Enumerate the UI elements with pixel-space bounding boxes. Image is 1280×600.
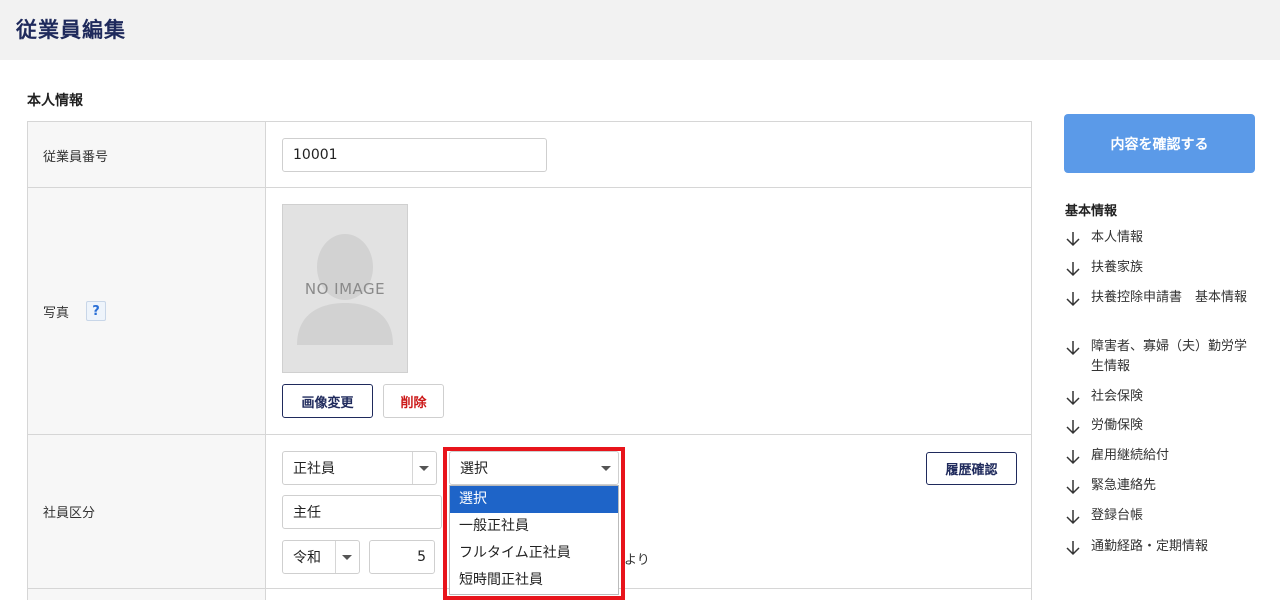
arrow-down-icon (1066, 232, 1080, 247)
arrow-down-icon (1066, 510, 1080, 525)
employee-number-row: 従業員番号 10001 (28, 122, 1031, 188)
annotation-highlight-box (443, 447, 625, 600)
sidebar-link-label: 社会保険 (1091, 389, 1144, 404)
section-title: 本人情報 (27, 93, 83, 109)
arrow-down-icon (1066, 391, 1080, 406)
sidebar-link-label: 扶養控除申請書 基本情報 (1091, 290, 1248, 305)
employee-type-label: 社員区分 (43, 506, 96, 521)
era-select-value: 令和 (293, 550, 321, 566)
help-icon[interactable]: ? (86, 301, 106, 321)
arrow-down-icon (1066, 480, 1080, 495)
row-label-cell: 写真 ? (28, 188, 266, 434)
arrow-down-icon (1066, 341, 1080, 356)
sidebar-heading: 基本情報 (1065, 204, 1118, 219)
photo-label: 写真 (43, 306, 70, 321)
select-divider (412, 452, 413, 484)
sidebar-link-label: 緊急連絡先 (1091, 478, 1157, 493)
sidebar-link-label: 本人情報 (1091, 230, 1144, 245)
arrow-down-icon (1066, 262, 1080, 277)
history-check-button[interactable]: 履歴確認 (926, 452, 1017, 485)
select-divider (335, 541, 336, 573)
sidebar-link-label: 登録台帳 (1091, 508, 1144, 523)
sidebar-link-label: 通勤経路・定期情報 (1091, 539, 1209, 554)
row-label-cell: 従業員番号 (28, 122, 266, 187)
sidebar-link-label: 障害者、寡婦（夫）勤労学生情報 (1091, 339, 1248, 374)
arrow-down-icon (1066, 450, 1080, 465)
photo-placeholder: NO IMAGE (282, 204, 408, 373)
page-title: 従業員編集 (16, 18, 126, 42)
photo-row: 写真 ? NO IMAGE 画像変更 削除 (28, 188, 1031, 435)
row-label-cell (28, 589, 266, 600)
sidebar-link-label: 雇用継続給付 (1091, 448, 1170, 463)
era-select[interactable]: 令和 (282, 540, 360, 574)
employee-number-label: 従業員番号 (43, 150, 109, 165)
delete-image-button[interactable]: 削除 (383, 384, 444, 418)
employee-type-select-value: 正社員 (293, 461, 335, 477)
page-header: 従業員編集 (0, 0, 1280, 60)
employee-type-select[interactable]: 正社員 (282, 451, 437, 485)
year-input[interactable]: 5 (369, 540, 435, 574)
employee-number-input[interactable]: 10001 (282, 138, 547, 172)
confirm-content-button[interactable]: 内容を確認する (1064, 114, 1255, 173)
chevron-down-icon (342, 555, 352, 560)
sidebar-link-label: 労働保険 (1091, 418, 1144, 433)
row-label-cell: 社員区分 (28, 435, 266, 588)
chevron-down-icon (419, 466, 429, 471)
no-image-text: NO IMAGE (304, 280, 386, 298)
arrow-down-icon (1066, 541, 1080, 556)
sidebar-link-label: 扶養家族 (1091, 260, 1144, 275)
position-input[interactable]: 主任 (282, 495, 442, 529)
date-suffix-text: より (624, 553, 650, 568)
change-image-button[interactable]: 画像変更 (282, 384, 373, 418)
arrow-down-icon (1066, 292, 1080, 307)
arrow-down-icon (1066, 420, 1080, 435)
